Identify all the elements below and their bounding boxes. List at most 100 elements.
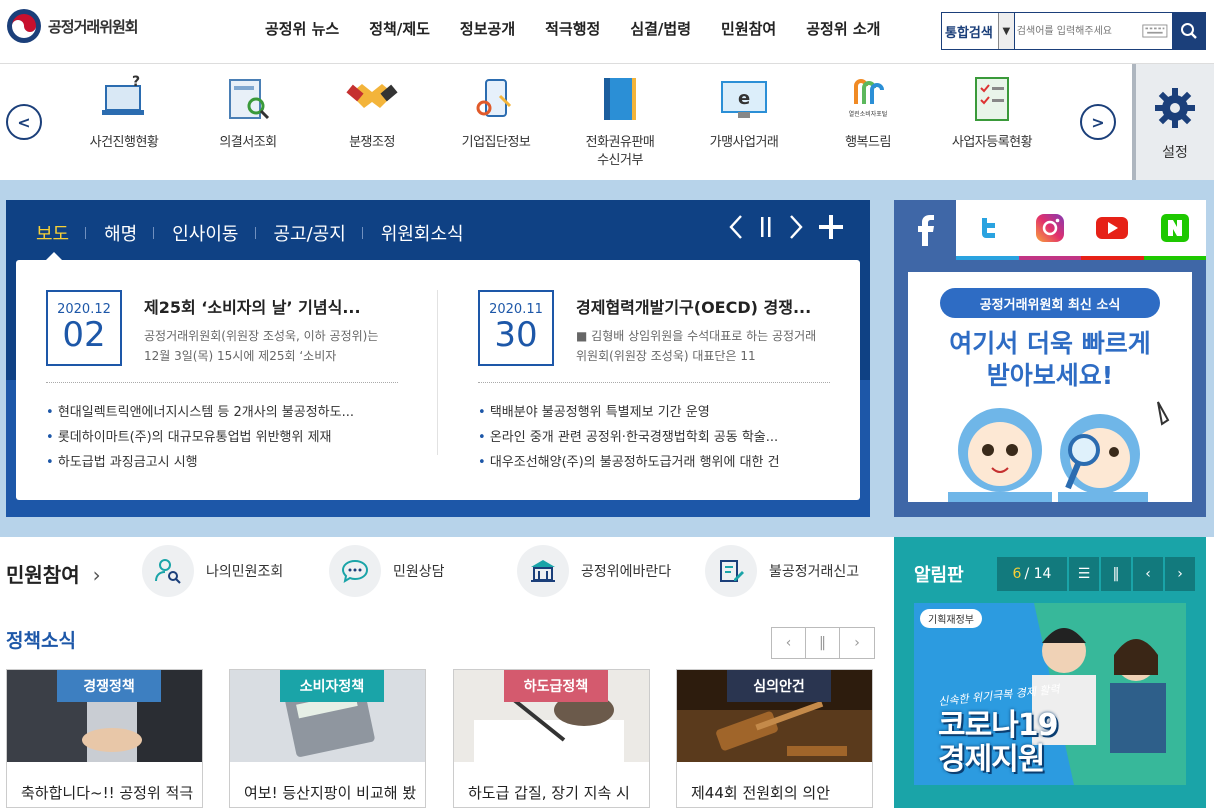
civil-suggestions[interactable]: 공정위에바란다	[517, 545, 671, 597]
instagram-icon	[1035, 214, 1064, 242]
list-item[interactable]: 대우조선해양(주)의 불공정하도급거래 행위에 대한 건	[478, 450, 830, 475]
list-item[interactable]: 하도급법 과징금고시 시행	[46, 450, 398, 475]
policy-pause-button[interactable]: ‖	[806, 628, 840, 658]
site-logo[interactable]: 공정거래위원회	[6, 8, 139, 44]
quick-item-call-reject[interactable]: 전화권유판매 수신거부	[558, 74, 682, 170]
pause-icon[interactable]	[758, 214, 774, 240]
quick-item-decision-search[interactable]: 의결서조회	[186, 74, 310, 152]
policy-card-text: 축하합니다~!! 공정위 적극행정 우수 공무원 선정	[21, 784, 194, 807]
quick-item-business-registration[interactable]: 사업자등록현황	[930, 74, 1054, 152]
banner-line2: 경제지원	[938, 742, 1045, 777]
nav-policy[interactable]: 정책/제도	[354, 18, 445, 39]
sns-tab-twitter[interactable]	[956, 200, 1019, 260]
nav-active-admin[interactable]: 적극행정	[530, 18, 615, 39]
article-title[interactable]: 경제협력개발기구(OECD) 경쟁...	[576, 294, 826, 318]
quick-item-label: 사건진행현황	[89, 135, 159, 150]
tab-press[interactable]: 보도	[36, 220, 85, 246]
sns-tab-naver[interactable]	[1143, 200, 1206, 260]
civil-heading-text: 민원참여	[6, 563, 80, 587]
policy-card-text: 하도급 갑질, 장기 지속 시 과징금 상향 조정	[468, 784, 630, 807]
article-summary[interactable]: 공정거래위원회(위원장 조성욱, 이하 공정위)는 12월 3일(목) 15시에…	[144, 326, 394, 366]
quick-setting-button[interactable]: 설정	[1132, 64, 1214, 180]
sns-tabs	[894, 200, 1206, 260]
civil-item-label: 공정위에바란다	[581, 564, 672, 580]
civil-heading[interactable]: 민원참여 ›	[6, 559, 101, 588]
policy-card[interactable]: 소비자정책 여보! 등산지팡이 비교해 봤는데 이건 어때	[229, 669, 426, 808]
article-date: 2020.12 02	[46, 290, 122, 366]
search-icon	[1180, 23, 1197, 39]
quick-item-label: 기업집단정보	[461, 135, 531, 150]
list-item[interactable]: 현대일렉트릭앤에너지시스템 등 2개사의 불공정하도...	[46, 400, 398, 425]
chevron-right-icon[interactable]	[788, 214, 804, 240]
nav-decisions[interactable]: 심결/법령	[615, 18, 706, 39]
search-button[interactable]	[1171, 12, 1206, 50]
icon-circle	[705, 545, 757, 597]
monitor-e-icon: e	[721, 81, 767, 118]
chevron-down-icon: ▼	[997, 13, 1014, 49]
board-list-button[interactable]: ☰	[1069, 557, 1099, 591]
board-banner[interactable]: 기획재정부 신속한 위기극복 경제 활력 코로나19 경제지원	[914, 603, 1186, 785]
date-day: 30	[494, 315, 538, 355]
civil-my-complaints[interactable]: 나의민원조회	[142, 545, 283, 597]
sns-banner[interactable]: 공정거래위원회 최신 소식 여기서 더욱 빠르게 받아보세요!	[908, 272, 1192, 502]
civil-unfair-report[interactable]: 불공정거래신고	[705, 545, 859, 597]
list-item[interactable]: 택배분야 불공정행위 특별제보 기간 운영	[478, 400, 830, 425]
policy-prev-button[interactable]: ‹	[772, 628, 806, 658]
article-title[interactable]: 제25회 ‘소비자의 날’ 기념식...	[144, 294, 394, 318]
nav-news[interactable]: 공정위 뉴스	[250, 18, 354, 39]
board-prev-button[interactable]: ‹	[1133, 557, 1163, 591]
civil-item-label: 민원상담	[393, 564, 445, 580]
quick-next-button[interactable]: >	[1080, 104, 1116, 140]
policy-tag: 소비자정책	[280, 670, 384, 702]
banner-line1: 코로나19	[938, 708, 1059, 743]
chevron-left-icon: <	[17, 112, 31, 132]
sns-tab-facebook[interactable]	[894, 200, 957, 260]
keyboard-icon[interactable]	[1142, 23, 1168, 39]
tab-committee[interactable]: 위원회소식	[381, 220, 480, 246]
naver-icon	[1160, 214, 1189, 242]
setting-label: 설정	[1162, 145, 1188, 161]
pause-icon: ‖	[819, 635, 826, 651]
tab-clarification[interactable]: 해명	[104, 220, 153, 246]
quick-item-business-group[interactable]: 기업집단정보	[434, 74, 558, 152]
nav-info[interactable]: 정보공개	[445, 18, 530, 39]
nav-about[interactable]: 공정위 소개	[791, 18, 895, 39]
policy-card[interactable]: 경쟁정책 축하합니다~!! 공정위 적극행정 우수 공무원 선정	[6, 669, 203, 808]
quick-prev-button[interactable]: <	[6, 104, 42, 140]
board-heading: 알림판	[914, 565, 964, 586]
policy-card[interactable]: 심의안건 제44회 전원회의 의안	[676, 669, 873, 808]
policy-heading[interactable]: 정책소식	[6, 626, 76, 653]
board-pagination: 6/ 14	[997, 557, 1067, 591]
policy-card[interactable]: 하도급정책 하도급 갑질, 장기 지속 시 과징금 상향 조정	[453, 669, 650, 808]
board-next-button[interactable]: ›	[1165, 557, 1195, 591]
building-icon	[531, 560, 555, 582]
quick-item-case-status[interactable]: ? 사건진행현황	[62, 74, 186, 152]
plus-icon[interactable]	[818, 214, 844, 240]
search-scope-select[interactable]: 통합검색 ▼	[942, 13, 1015, 49]
document-search-icon	[229, 79, 270, 120]
quick-item-franchise[interactable]: e 가맹사업거래	[682, 74, 806, 152]
quick-item-happy-dream[interactable]: 열린소비자포털 행복드림	[806, 74, 930, 152]
nav-civil[interactable]: 민원참여	[706, 18, 791, 39]
quick-item-dispute-mediation[interactable]: 분쟁조정	[310, 74, 434, 152]
list-item[interactable]: 롯데하이마트(주)의 대규모유통업법 위반행위 제재	[46, 425, 398, 450]
ministry-name: 기획재정부	[928, 615, 974, 626]
chevron-left-icon: ‹	[785, 635, 792, 651]
sns-tab-instagram[interactable]	[1018, 200, 1082, 260]
chevron-left-icon: ‹	[1145, 566, 1151, 582]
civil-consulting[interactable]: 민원상담	[329, 545, 445, 597]
policy-next-button[interactable]: ›	[840, 628, 874, 658]
tab-notice[interactable]: 공고/공지	[274, 220, 362, 246]
policy-card-text: 여보! 등산지팡이 비교해 봤는데 이건 어때	[244, 784, 417, 807]
youtube-icon	[1096, 217, 1129, 239]
board-pause-button[interactable]: ‖	[1101, 557, 1131, 591]
list-icon: ☰	[1077, 566, 1091, 582]
logo-text: 공정거래위원회	[48, 17, 139, 36]
article-summary[interactable]: ■ 김형배 상임위원을 수석대표로 하는 공정거래위원회(위원장 조성욱) 대표…	[576, 326, 826, 366]
list-item[interactable]: 온라인 중개 관련 공정위·한국경쟁법학회 공동 학술...	[478, 425, 830, 450]
svg-text:e: e	[738, 88, 750, 109]
sns-tab-youtube[interactable]	[1081, 200, 1144, 260]
search-input[interactable]	[1014, 13, 1142, 49]
tab-personnel[interactable]: 인사이동	[172, 220, 254, 246]
chevron-left-icon[interactable]	[728, 214, 744, 240]
